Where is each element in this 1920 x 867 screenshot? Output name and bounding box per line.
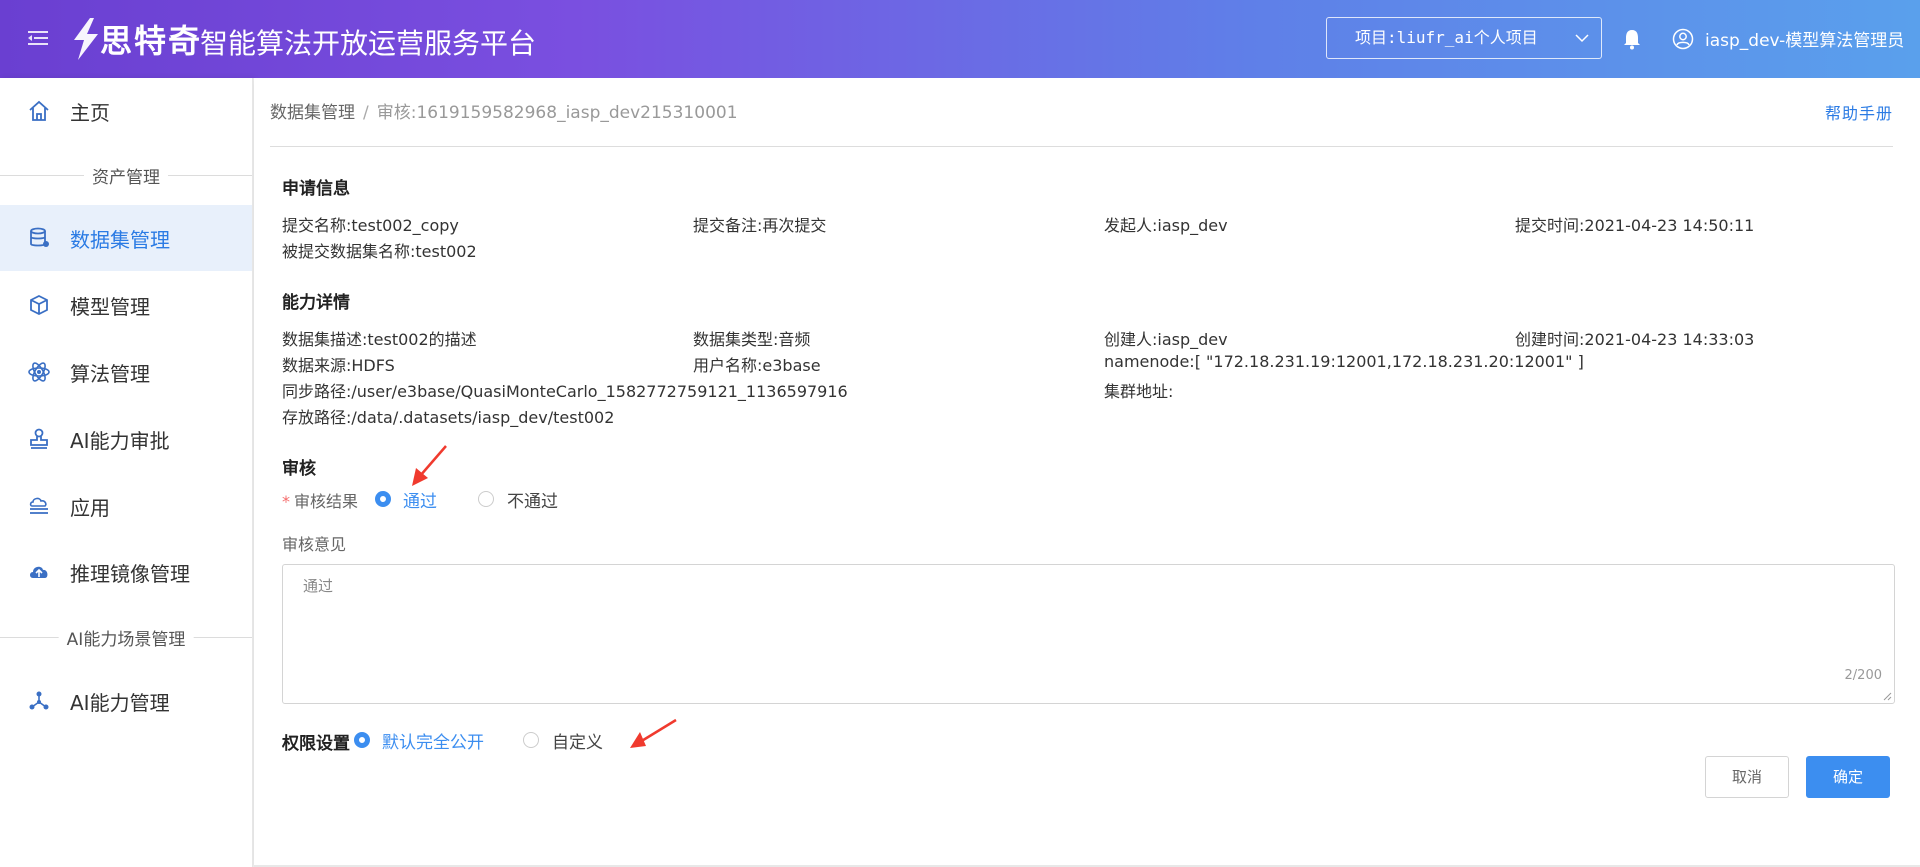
breadcrumb: 数据集管理 / 审核:1619159582968_iasp_dev215310001 (270, 98, 738, 123)
review-opinion-label: 审核意见 (282, 535, 347, 554)
sidebar: 主页 资产管理 数据集管理 模型管理 算法管理 AI能力审批 应用 推理镜像管理… (0, 78, 253, 867)
permission-title: 权限设置 (282, 734, 350, 754)
dataset-description: 数据集描述:test002的描述 (282, 330, 477, 349)
logo-bolt-icon (74, 18, 98, 60)
sidebar-item-label: AI能力管理 (70, 691, 170, 715)
sidebar-item-algorithm[interactable]: 算法管理 (0, 339, 252, 405)
cube-icon (30, 294, 48, 316)
namenode: namenode:[ "172.18.231.19:12001,172.18.2… (1104, 352, 1584, 371)
sidebar-item-dataset[interactable]: 数据集管理 (0, 205, 252, 271)
review-opinion-value: 通过 (303, 577, 334, 595)
data-source: 数据来源:HDFS (282, 356, 395, 375)
annotation-arrow-icon (630, 718, 677, 748)
submit-time: 提交时间:2021-04-23 14:50:11 (1515, 216, 1755, 235)
sidebar-item-label: 应用 (70, 496, 110, 520)
sidebar-item-apps[interactable]: 应用 (0, 473, 252, 539)
sidebar-item-label: 数据集管理 (70, 228, 170, 252)
home-icon (29, 100, 49, 121)
user-icon[interactable] (1672, 28, 1694, 50)
section-title-capability: 能力详情 (282, 293, 350, 313)
sidebar-group-label: 资产管理 (84, 163, 168, 188)
database-icon (30, 227, 49, 247)
sidebar-group-ai-scene: AI能力场景管理 (0, 625, 252, 650)
app-title: 智能算法开放运营服务平台 (200, 27, 537, 60)
username: 用户名称:e3base (693, 356, 821, 375)
section-title-apply-info: 申请信息 (282, 179, 350, 199)
sync-path: 同步路径:/user/e3base/QuasiMonteCarlo_158277… (282, 382, 848, 401)
char-counter: 2/200 (1844, 668, 1882, 683)
section-title-review: 审核 (282, 459, 316, 479)
review-result-label: * 审核结果 (282, 488, 358, 512)
project-select-value: 项目:liufr_ai个人项目 (1355, 28, 1538, 47)
sidebar-item-ai-approval[interactable]: AI能力审批 (0, 406, 252, 472)
sidebar-item-label: 推理镜像管理 (70, 562, 190, 586)
network-icon (29, 691, 49, 710)
help-manual-link[interactable]: 帮助手册 (1825, 100, 1893, 124)
sidebar-group-label: AI能力场景管理 (58, 625, 194, 650)
submitted-dataset-name: 被提交数据集名称:test002 (282, 242, 477, 261)
review-result-label-text: 审核结果 (294, 492, 359, 511)
create-time: 创建时间:2021-04-23 14:33:03 (1515, 330, 1755, 349)
header-divider (270, 146, 1893, 147)
cancel-button[interactable]: 取消 (1705, 756, 1789, 798)
radio-custom[interactable] (523, 732, 539, 748)
chevron-down-icon (1575, 34, 1589, 43)
breadcrumb-current: 审核:1619159582968_iasp_dev215310001 (376, 103, 738, 123)
submit-note: 提交备注:再次提交 (693, 216, 827, 235)
brand-name: 思特奇 (100, 22, 203, 60)
required-mark: * (282, 492, 290, 511)
breadcrumb-separator: / (363, 103, 369, 123)
radio-custom-label[interactable]: 自定义 (552, 728, 603, 753)
review-opinion-textarea[interactable]: 通过 2/200 (282, 564, 1895, 704)
sidebar-item-model[interactable]: 模型管理 (0, 272, 252, 338)
sidebar-item-inference-image[interactable]: 推理镜像管理 (0, 539, 252, 605)
project-select[interactable]: 项目:liufr_ai个人项目 (1326, 17, 1602, 59)
bell-icon[interactable] (1622, 28, 1642, 50)
radio-fail-label[interactable]: 不通过 (507, 487, 558, 512)
radio-pass-label[interactable]: 通过 (403, 487, 437, 512)
top-header: 思特奇 智能算法开放运营服务平台 项目:liufr_ai个人项目 iasp_de… (0, 0, 1920, 78)
initiator: 发起人:iasp_dev (1104, 216, 1228, 235)
sidebar-group-assets: 资产管理 (0, 163, 252, 188)
sidebar-item-label: 模型管理 (70, 295, 150, 319)
menu-toggle-icon[interactable] (26, 26, 50, 50)
stamp-icon (30, 428, 48, 449)
dataset-type: 数据集类型:音频 (693, 330, 811, 349)
annotation-arrow-icon (412, 445, 447, 486)
sidebar-item-label: 主页 (70, 101, 110, 125)
radio-pass[interactable] (375, 491, 391, 507)
cluster-address: 集群地址: (1104, 382, 1174, 401)
submit-name: 提交名称:test002_copy (282, 216, 459, 235)
cloud-upload-icon (30, 566, 48, 578)
confirm-button[interactable]: 确定 (1806, 756, 1890, 798)
store-path: 存放路径:/data/.datasets/iasp_dev/test002 (282, 408, 615, 427)
sidebar-item-home[interactable]: 主页 (0, 78, 252, 144)
radio-fail[interactable] (478, 491, 494, 507)
creator: 创建人:iasp_dev (1104, 330, 1228, 349)
sidebar-item-ai-capability[interactable]: AI能力管理 (0, 668, 252, 734)
breadcrumb-parent[interactable]: 数据集管理 (270, 103, 355, 123)
main-content: 数据集管理 / 审核:1619159582968_iasp_dev215310001… (254, 78, 1920, 867)
cloud-stack-icon (29, 497, 48, 514)
user-name[interactable]: iasp_dev-模型算法管理员 (1705, 26, 1904, 51)
sidebar-item-label: AI能力审批 (70, 429, 170, 453)
sidebar-item-label: 算法管理 (70, 362, 150, 386)
radio-public-label[interactable]: 默认完全公开 (382, 728, 484, 753)
resize-grip-icon[interactable] (1882, 691, 1892, 701)
radio-public[interactable] (354, 732, 370, 748)
atom-icon (28, 362, 50, 382)
